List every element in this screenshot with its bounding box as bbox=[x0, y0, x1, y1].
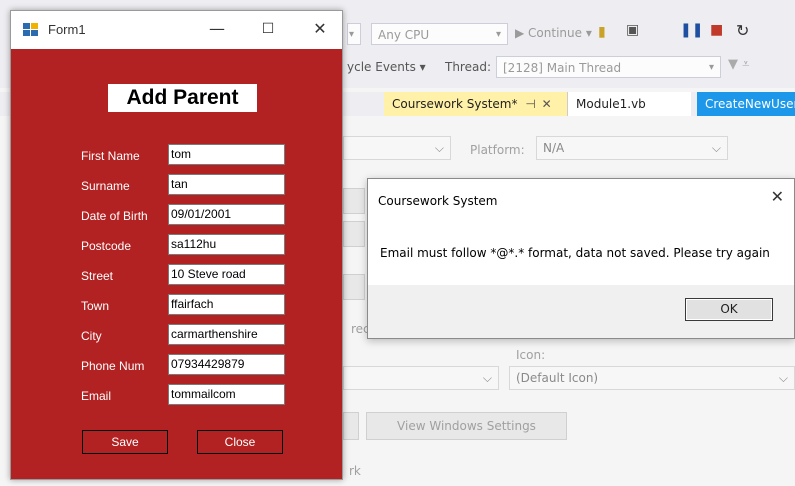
surname-input[interactable]: tan bbox=[168, 174, 285, 195]
message-box-title: Coursework System bbox=[378, 194, 498, 208]
label-email: Email bbox=[81, 389, 112, 403]
form1-window: Form1 — ☐ ✕ Add Parent First Name tom Su… bbox=[10, 10, 343, 480]
close-tab-icon[interactable]: ✕ bbox=[542, 97, 552, 111]
config-combo-arrow[interactable]: ▾ bbox=[347, 23, 361, 45]
message-box-text: Email must follow *@*.* format, data not… bbox=[380, 246, 770, 260]
form1-titlebar[interactable]: Form1 — ☐ ✕ bbox=[11, 11, 342, 49]
lifecycle-events-menu[interactable]: ycle Events ▾ bbox=[347, 60, 426, 74]
folder-icon[interactable]: ▮ bbox=[598, 24, 606, 40]
browser-icon[interactable]: ▣ bbox=[626, 22, 639, 38]
side-field-2 bbox=[343, 221, 365, 247]
tab-coursework-system[interactable]: Coursework System* ⊣ ✕ bbox=[384, 92, 567, 116]
message-box-footer: OK bbox=[368, 285, 794, 338]
town-input[interactable]: ffairfach bbox=[168, 294, 285, 315]
form-icon bbox=[23, 23, 39, 40]
label-postcode: Postcode bbox=[81, 239, 132, 253]
save-button[interactable]: Save bbox=[82, 430, 168, 454]
tab-module1[interactable]: Module1.vb bbox=[567, 92, 691, 116]
label-date-of-birth: Date of Birth bbox=[81, 209, 148, 223]
continue-button[interactable]: ▶ Continue ▾ bbox=[515, 26, 592, 40]
platform-combo-value: Any CPU bbox=[378, 28, 430, 42]
email-input[interactable]: tommailcom bbox=[168, 384, 285, 405]
date-of-birth-input[interactable]: 09/01/2001 bbox=[168, 204, 285, 225]
side-field bbox=[343, 188, 365, 214]
view-windows-settings-button: View Windows Settings bbox=[366, 412, 567, 440]
pin-icon[interactable]: ⊣ bbox=[525, 97, 535, 111]
page-heading: Add Parent bbox=[108, 84, 257, 112]
phone-num-input[interactable]: 07934429879 bbox=[168, 354, 285, 375]
restart-icon[interactable]: ↻ bbox=[736, 21, 749, 40]
thread-label: Thread: bbox=[445, 60, 492, 74]
close-window-button[interactable]: ✕ bbox=[306, 17, 334, 41]
thread-combo[interactable]: [2128] Main Thread ▾ bbox=[496, 56, 721, 78]
platform-value-combo: N/A ⌵ bbox=[536, 136, 728, 160]
postcode-input[interactable]: sa112hu bbox=[168, 234, 285, 255]
message-box-close-icon[interactable]: ✕ bbox=[771, 187, 784, 206]
label-first-name: First Name bbox=[81, 149, 140, 163]
street-input[interactable]: 10 Steve road bbox=[168, 264, 285, 285]
maximize-button[interactable]: ☐ bbox=[254, 17, 282, 41]
label-phone-num: Phone Num bbox=[81, 359, 145, 373]
platform-combo[interactable]: Any CPU ▾ bbox=[371, 23, 508, 45]
platform-label: Platform: bbox=[470, 143, 525, 157]
icon-label: Icon: bbox=[516, 348, 546, 362]
icon-combo: (Default Icon) ⌵ bbox=[509, 366, 795, 390]
pause-icon[interactable]: ❚❚ bbox=[680, 22, 703, 38]
first-name-input[interactable]: tom bbox=[168, 144, 285, 165]
partial-label-rk: rk bbox=[349, 464, 361, 478]
side-field-3 bbox=[343, 274, 365, 300]
minimize-button[interactable]: — bbox=[203, 17, 231, 41]
label-surname: Surname bbox=[81, 179, 130, 193]
city-input[interactable]: carmarthenshire bbox=[168, 324, 285, 345]
ok-button[interactable]: OK bbox=[685, 298, 773, 321]
close-button[interactable]: Close bbox=[197, 430, 283, 454]
stop-icon[interactable]: ■ bbox=[710, 22, 723, 38]
configuration-combo: ⌵ bbox=[343, 136, 451, 160]
resource-combo: ⌵ bbox=[343, 366, 499, 390]
partial-button bbox=[343, 412, 359, 440]
label-city: City bbox=[81, 329, 102, 343]
label-town: Town bbox=[81, 299, 110, 313]
tab-createnewuser[interactable]: CreateNewUser bbox=[697, 92, 795, 116]
label-street: Street bbox=[81, 269, 114, 283]
thread-combo-value: [2128] Main Thread bbox=[503, 61, 622, 75]
filter-icon[interactable]: ▼ ⩡ bbox=[728, 57, 749, 72]
form-title: Form1 bbox=[48, 22, 86, 37]
message-box: Coursework System ✕ Email must follow *@… bbox=[367, 178, 795, 339]
